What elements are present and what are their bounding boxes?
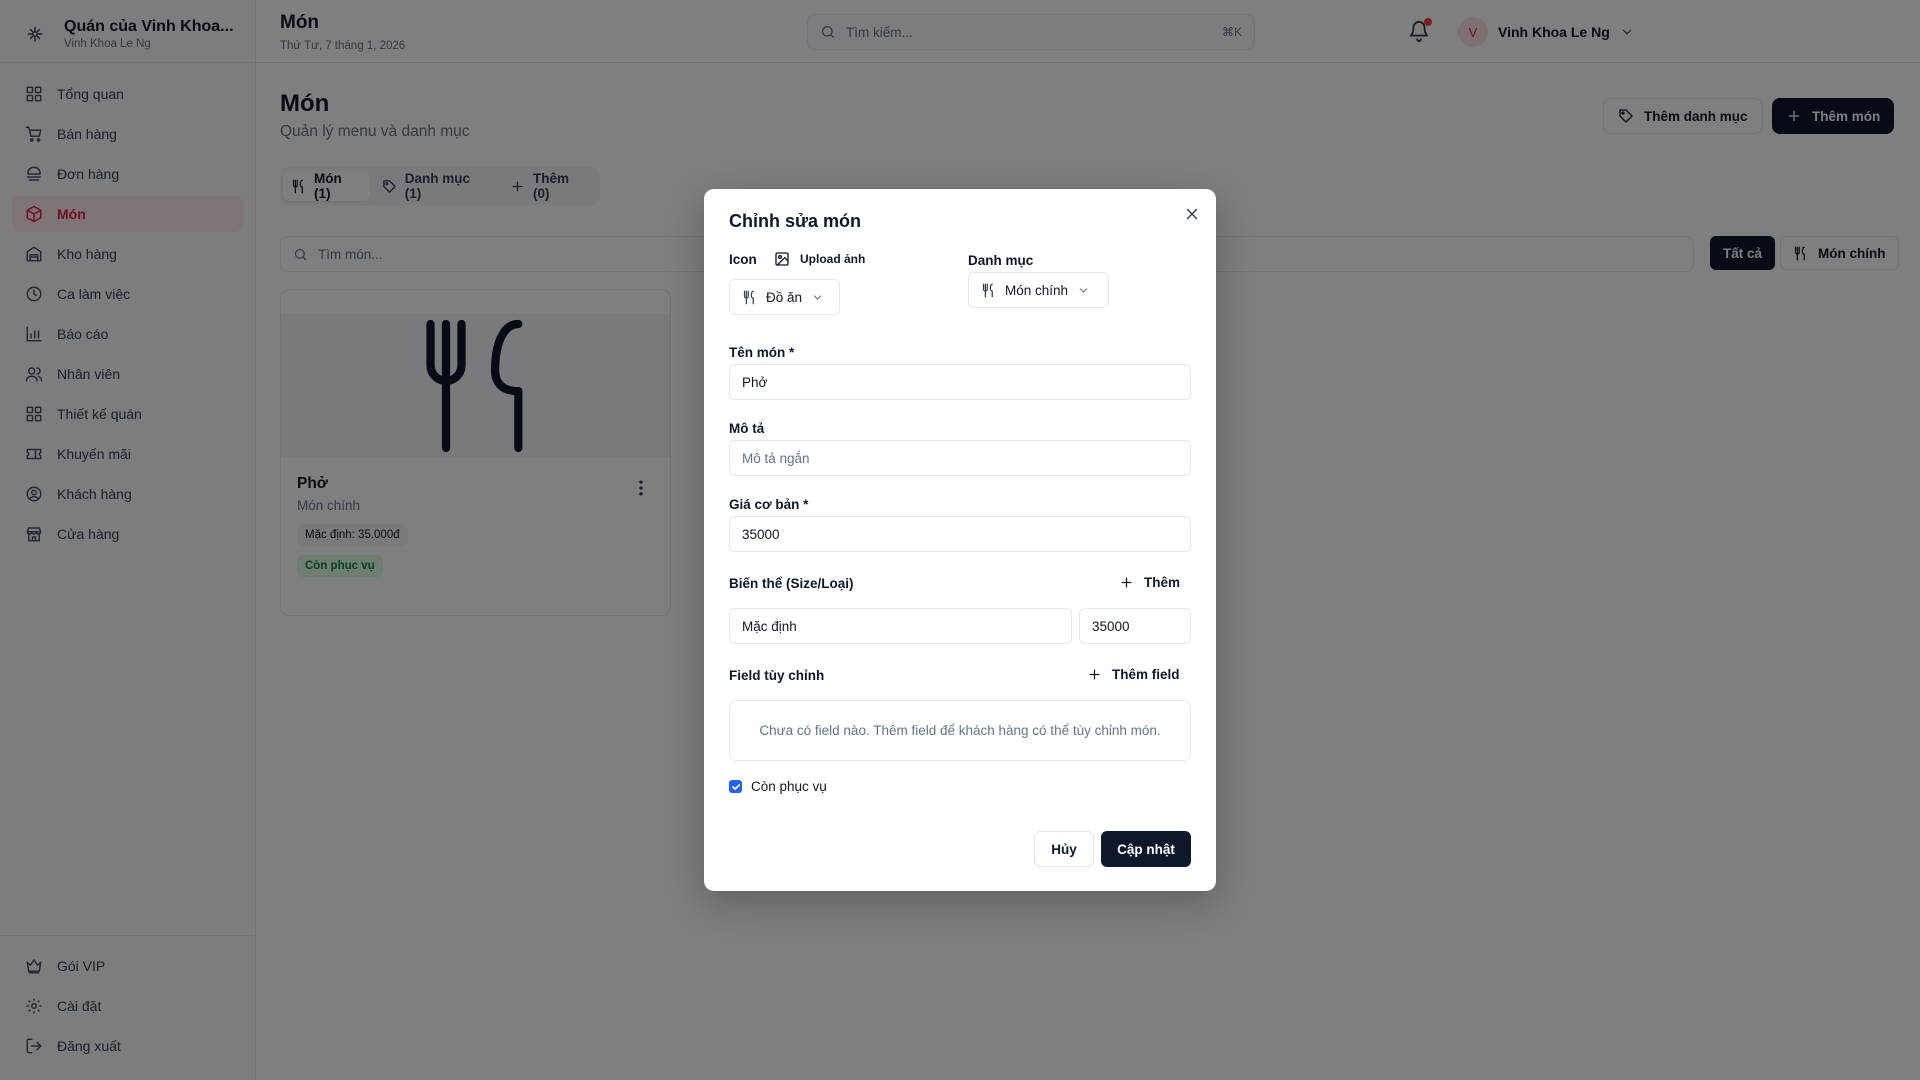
image-icon — [774, 251, 790, 267]
custom-fields-empty: Chưa có field nào. Thêm field để khách h… — [729, 700, 1191, 761]
edit-item-dialog: Chỉnh sửa món Icon Upload ảnh Đồ ăn Danh… — [704, 189, 1216, 891]
icon-select-value: Đồ ăn — [766, 289, 803, 305]
utensils-icon — [742, 290, 757, 305]
price-field[interactable]: 35000 — [729, 516, 1191, 552]
add-field-label: Thêm field — [1112, 667, 1180, 682]
variant-name-field[interactable]: Mặc định — [729, 608, 1072, 644]
price-label: Giá cơ bản * — [729, 497, 809, 512]
custom-fields-label: Field tùy chỉnh — [729, 668, 825, 683]
cancel-button[interactable]: Hủy — [1034, 831, 1094, 867]
close-icon[interactable] — [1183, 205, 1201, 223]
add-variant-button[interactable]: Thêm — [1119, 575, 1180, 590]
icon-label: Icon — [729, 252, 757, 267]
checkbox[interactable] — [729, 780, 742, 793]
upload-label: Upload ảnh — [800, 252, 866, 266]
available-toggle[interactable]: Còn phục vụ — [729, 779, 827, 794]
available-label: Còn phục vụ — [751, 779, 827, 794]
upload-image-button[interactable]: Upload ảnh — [774, 251, 865, 267]
description-field[interactable]: Mô tả ngắn — [729, 440, 1191, 476]
update-button[interactable]: Cập nhật — [1101, 831, 1191, 867]
name-label: Tên món * — [729, 345, 795, 360]
chevron-down-icon — [811, 291, 824, 304]
category-select[interactable]: Món chính — [968, 272, 1109, 308]
plus-icon — [1087, 667, 1102, 682]
category-label: Danh mục — [968, 253, 1034, 268]
chevron-down-icon — [1077, 284, 1090, 297]
category-select-value: Món chính — [1005, 282, 1069, 298]
variants-label: Biến thể (Size/Loại) — [729, 576, 854, 591]
name-field[interactable]: Phở — [729, 364, 1191, 400]
variant-price-field[interactable]: 35000 — [1079, 608, 1191, 644]
description-label: Mô tả — [729, 421, 765, 436]
add-variant-label: Thêm — [1144, 575, 1181, 590]
icon-select[interactable]: Đồ ăn — [729, 279, 840, 315]
add-field-button[interactable]: Thêm field — [1087, 667, 1180, 682]
utensils-icon — [981, 283, 996, 298]
dialog-title: Chỉnh sửa món — [729, 211, 862, 231]
plus-icon — [1119, 575, 1134, 590]
